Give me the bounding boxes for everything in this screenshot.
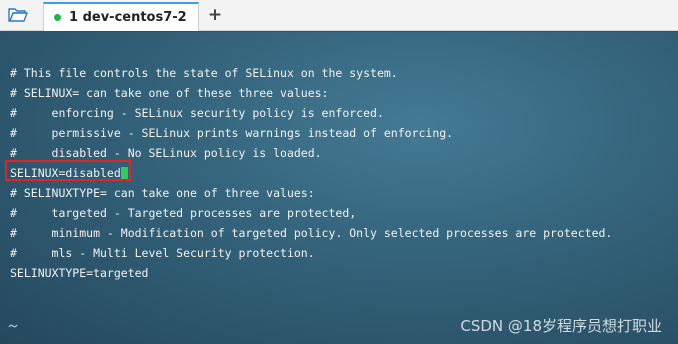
terminal-line: # enforcing - SELinux security policy is… bbox=[10, 106, 384, 120]
terminal-line: # mls - Multi Level Security protection. bbox=[10, 246, 315, 260]
terminal-area[interactable]: # This file controls the state of SELinu… bbox=[0, 32, 678, 344]
tab-bar: 1 dev-centos7-2 + bbox=[0, 0, 678, 31]
terminal-line: # minimum - Modification of targeted pol… bbox=[10, 226, 613, 240]
terminal-line: # targeted - Targeted processes are prot… bbox=[10, 206, 357, 220]
tab-session[interactable]: 1 dev-centos7-2 bbox=[43, 2, 199, 31]
terminal-line: # This file controls the state of SELinu… bbox=[10, 66, 398, 80]
terminal-line: # permissive - SELinux prints warnings i… bbox=[10, 126, 454, 140]
terminal-line: # SELINUXTYPE= can take one of three val… bbox=[10, 186, 315, 200]
vim-tilde-icon bbox=[8, 324, 18, 328]
terminal-line: SELINUXTYPE=targeted bbox=[10, 266, 149, 280]
terminal-line: # SELINUX= can take one of these three v… bbox=[10, 86, 329, 100]
open-folder-button[interactable] bbox=[7, 5, 29, 25]
tab-label: 1 dev-centos7-2 bbox=[69, 10, 187, 25]
connected-status-icon bbox=[54, 14, 61, 21]
folder-open-icon bbox=[8, 8, 28, 22]
new-tab-button[interactable]: + bbox=[205, 4, 225, 26]
watermark: CSDN @18岁程序员想打职业 bbox=[460, 317, 662, 335]
highlight-box bbox=[5, 160, 131, 181]
